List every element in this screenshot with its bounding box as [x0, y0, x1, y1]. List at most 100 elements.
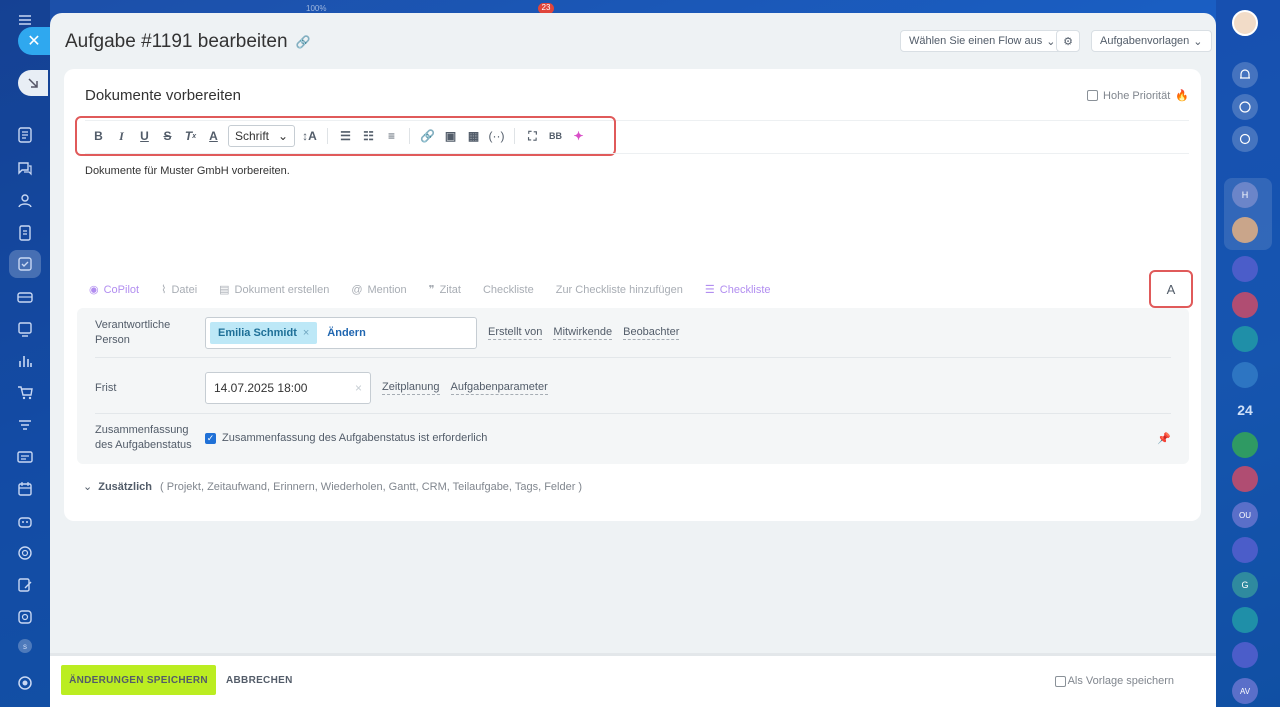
quote-icon: ❞ — [428, 284, 435, 296]
calendar-icon[interactable] — [15, 319, 35, 339]
edit-icon[interactable] — [15, 575, 35, 595]
save-as-template[interactable]: Als Vorlage speichern — [1054, 675, 1174, 687]
ai-image-icon[interactable]: ✦ — [567, 125, 590, 147]
chat-icon[interactable] — [15, 158, 35, 178]
strikethrough-icon[interactable]: S — [156, 125, 179, 147]
file-action[interactable]: ⌇ Datei — [161, 283, 197, 297]
created-by-link[interactable]: Erstellt von — [488, 326, 543, 340]
format-toggle-button[interactable]: A — [1149, 270, 1193, 308]
bell-icon[interactable] — [1232, 62, 1258, 88]
italic-icon[interactable]: I — [110, 125, 133, 147]
scheduling-link[interactable]: Zeitplanung — [382, 381, 440, 395]
filter-icon[interactable] — [15, 415, 35, 435]
high-priority-toggle[interactable]: Hohe Priorität 🔥 — [1087, 89, 1189, 102]
chat-avatar-g[interactable]: G — [1232, 572, 1258, 598]
additional-label: Zusätzlich — [98, 480, 153, 493]
lock-icon[interactable] — [1232, 432, 1258, 458]
additional-section[interactable]: ⌄ Zusätzlich ( Projekt, Zeitaufwand, Eri… — [83, 480, 582, 494]
lock-icon[interactable] — [1232, 292, 1258, 318]
priority-checkbox[interactable] — [1087, 90, 1099, 101]
chat-avatar-photo[interactable] — [1232, 217, 1258, 243]
template-checkbox[interactable] — [1054, 675, 1066, 687]
lock-icon[interactable] — [1232, 607, 1258, 633]
align-icon[interactable]: ≡ — [380, 125, 403, 147]
bullet-list-icon[interactable]: ☷ — [357, 125, 380, 147]
profile-avatar[interactable] — [1232, 10, 1258, 36]
gear-icon[interactable]: ⚙ — [1056, 30, 1080, 52]
create-document-action[interactable]: ▤ Dokument erstellen — [219, 283, 329, 297]
chat-avatar-av[interactable]: AV — [1232, 678, 1258, 704]
underline-icon[interactable]: U — [133, 125, 156, 147]
contacts-icon[interactable] — [15, 191, 35, 211]
mention-action[interactable]: @ Mention — [351, 284, 406, 296]
ai-checklist-action[interactable]: ☰ Checkliste — [704, 283, 771, 297]
image-icon[interactable]: ▣ — [439, 125, 462, 147]
deadline-input[interactable]: 14.07.2025 18:00 × — [205, 372, 371, 404]
cancel-button[interactable]: ABBRECHEN — [226, 665, 293, 695]
cart-icon[interactable] — [15, 383, 35, 403]
copilot-icon[interactable] — [1232, 94, 1258, 120]
lock-icon[interactable] — [1232, 326, 1258, 352]
observers-link[interactable]: Beobachter — [623, 326, 680, 340]
zoom-text: 100% — [306, 4, 327, 13]
clear-icon[interactable]: × — [355, 381, 362, 395]
top-strip: 100% 23 — [60, 0, 1210, 14]
chat-avatar-h[interactable]: H — [1232, 182, 1258, 208]
close-icon[interactable]: ✕ — [18, 27, 50, 55]
paperclip-icon: ⌇ — [161, 284, 167, 296]
feed-icon[interactable] — [15, 125, 35, 145]
chat-copilot-icon[interactable] — [1232, 537, 1258, 563]
schedule-icon[interactable] — [15, 479, 35, 499]
document-icon[interactable] — [15, 223, 35, 243]
checklist-icon: ☰ — [704, 284, 715, 296]
numbered-list-icon[interactable]: ☰ — [334, 125, 357, 147]
link-icon[interactable]: 🔗 — [416, 125, 439, 147]
task-params-link[interactable]: Aufgabenparameter — [450, 381, 548, 395]
remove-icon[interactable]: × — [303, 327, 309, 339]
responsible-field[interactable]: Emilia Schmidt × Ändern — [205, 317, 477, 349]
participants-link[interactable]: Mitwirkende — [553, 326, 613, 340]
site-icon[interactable] — [15, 447, 35, 467]
link-icon[interactable]: 🔗 — [296, 35, 311, 49]
responsible-person-pill[interactable]: Emilia Schmidt × — [210, 322, 318, 344]
chat-copilot-icon[interactable] — [1232, 256, 1258, 282]
chat-copilot-icon[interactable] — [1232, 642, 1258, 668]
user-icon[interactable]: s — [18, 639, 32, 653]
pin-icon[interactable]: 📌 — [1157, 432, 1171, 445]
text-color-icon[interactable]: A — [202, 125, 225, 147]
tasks-icon[interactable] — [9, 250, 41, 278]
chat-avatar-ou[interactable]: OU — [1232, 502, 1258, 528]
copilot-action[interactable]: ◉ CoPilot — [89, 283, 139, 297]
description-text[interactable]: Dokumente für Muster GmbH vorbereiten. — [85, 165, 290, 177]
task-card: Dokumente vorbereiten Hohe Priorität 🔥 B… — [64, 69, 1201, 521]
table-icon[interactable]: ▦ — [462, 125, 485, 147]
font-select[interactable]: Schrift ⌄ — [228, 125, 295, 147]
bbcode-icon[interactable]: BB — [544, 125, 567, 147]
templates-button[interactable]: Aufgabenvorlagen ⌄ — [1091, 30, 1212, 52]
task-icon[interactable] — [1232, 362, 1258, 388]
summary-checkbox[interactable]: ✓ — [205, 432, 216, 444]
analytics-icon[interactable] — [15, 351, 35, 371]
font-size-icon[interactable]: ↕A — [298, 125, 321, 147]
add-to-checklist-action[interactable]: Zur Checkliste hinzufügen — [556, 284, 683, 296]
search-icon[interactable] — [1232, 126, 1258, 152]
crm-icon[interactable] — [15, 287, 35, 307]
code-icon[interactable]: (··) — [485, 125, 508, 147]
settings-icon[interactable] — [15, 607, 35, 627]
clear-format-icon[interactable]: Tx — [179, 125, 202, 147]
checklist-action[interactable]: Checkliste — [483, 284, 534, 296]
lock-icon[interactable] — [1232, 466, 1258, 492]
target-icon[interactable] — [15, 543, 35, 563]
divider — [409, 128, 410, 144]
change-responsible-link[interactable]: Ändern — [327, 327, 366, 339]
bold-icon[interactable]: B — [87, 125, 110, 147]
responsible-row: Verantwortliche Person Emilia Schmidt × … — [95, 317, 1171, 349]
task-title-input[interactable]: Dokumente vorbereiten — [85, 87, 241, 104]
save-button[interactable]: ÄNDERUNGEN SPEICHERN — [61, 665, 216, 695]
quote-action[interactable]: ❞ Zitat — [428, 283, 461, 297]
collapse-icon[interactable] — [18, 70, 48, 96]
support-icon[interactable] — [15, 673, 35, 693]
flow-select-button[interactable]: Wählen Sie einen Flow aus ⌄ — [900, 30, 1065, 52]
robot-icon[interactable] — [15, 511, 35, 531]
fullscreen-icon[interactable]: ⛶ — [521, 125, 544, 147]
